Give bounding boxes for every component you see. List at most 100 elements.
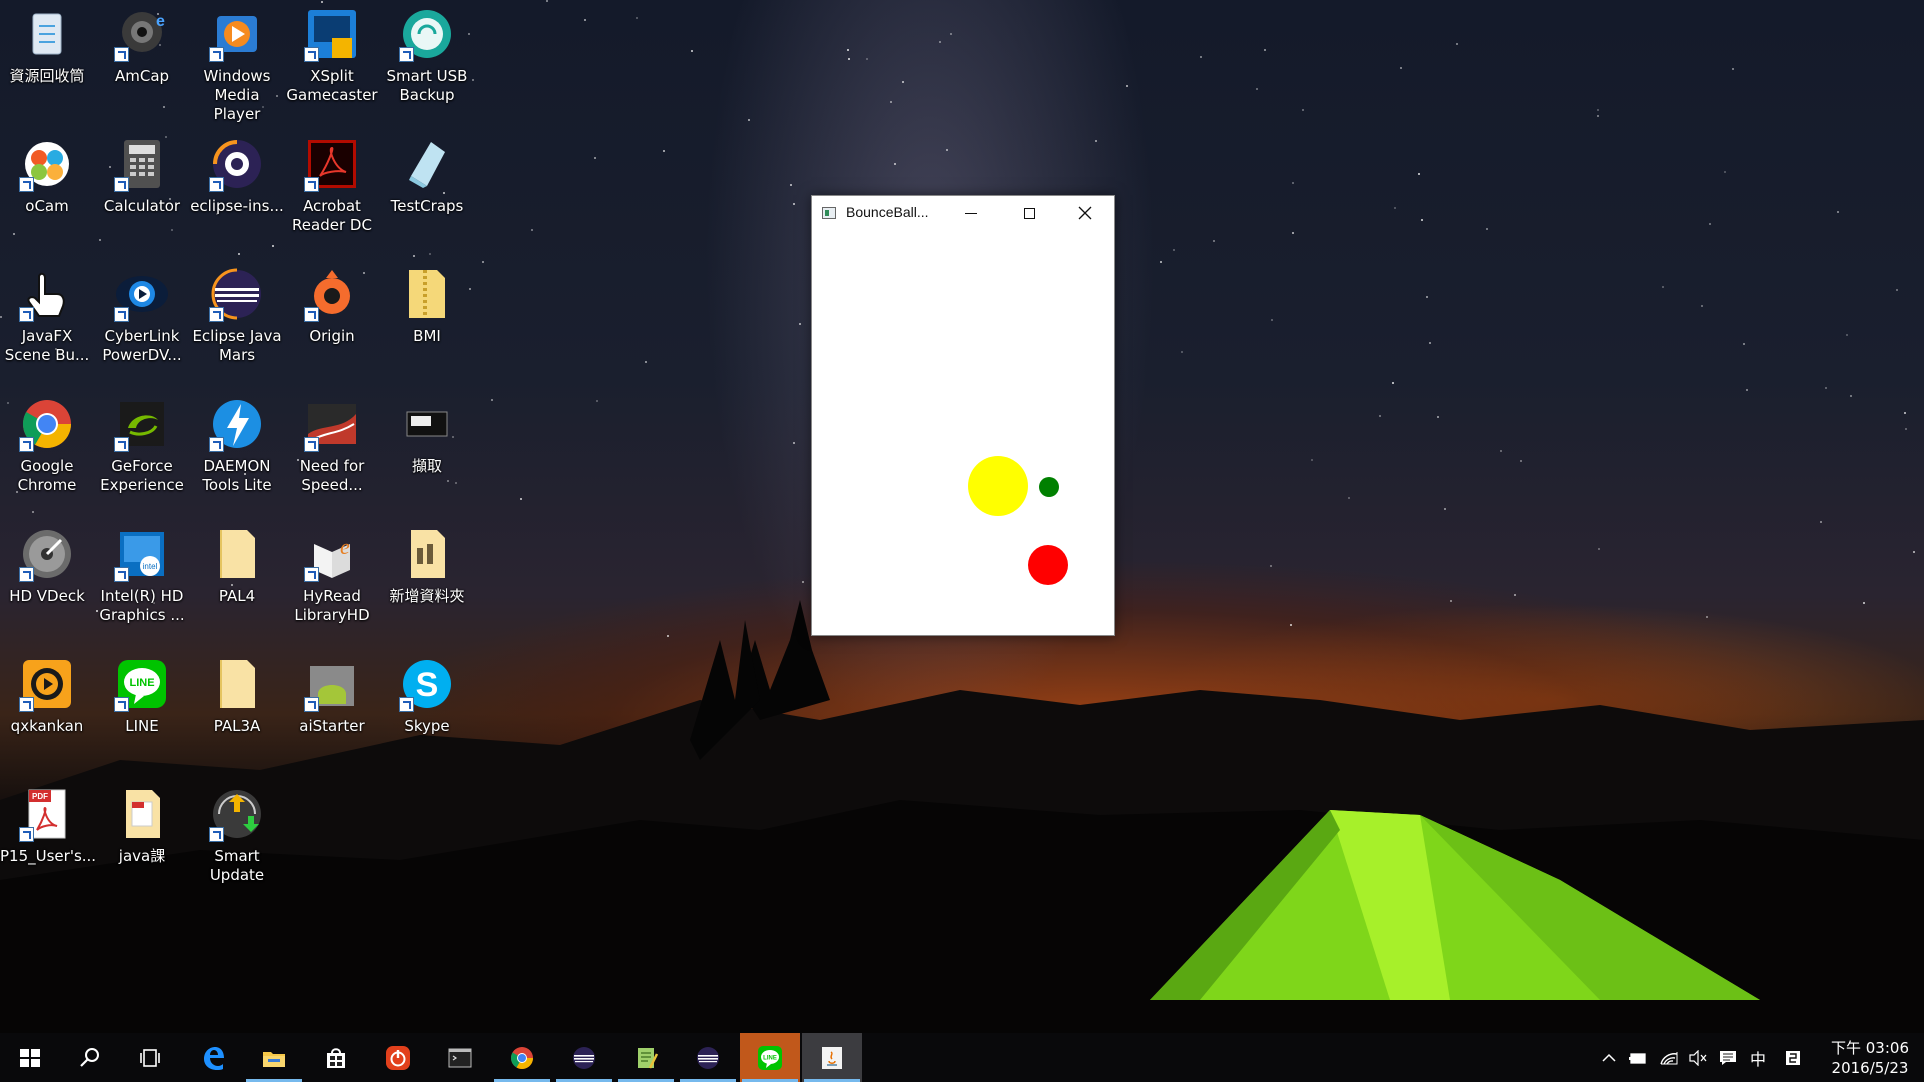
pdf-file-icon: PDF [17, 784, 77, 844]
maximize-button[interactable] [1000, 196, 1058, 230]
desktop-icon-eclipse[interactable]: Eclipse Java Mars [190, 264, 284, 365]
desktop-icon-label: HD VDeck [9, 587, 85, 605]
desktop-icon-hd-vdeck[interactable]: HD VDeck [0, 524, 94, 606]
desktop-icon-need-for-speed[interactable]: Need for Speed... [285, 394, 379, 495]
file-explorer-button[interactable] [244, 1033, 304, 1082]
desktop-icon-hyread[interactable]: e HyRead LibraryHD [285, 524, 379, 625]
search-button[interactable] [60, 1033, 120, 1082]
window-titlebar[interactable]: BounceBall... [812, 196, 1114, 230]
clock-date: 2016/5/23 [1831, 1059, 1909, 1077]
desktop-icon-label: java課 [118, 847, 166, 865]
line-icon: LINE [758, 1045, 782, 1070]
close-icon [1078, 206, 1092, 220]
desktop-icon-chrome[interactable]: Google Chrome [0, 394, 94, 495]
desktop-icon-javafx[interactable]: JavaFX Scene Bu... [0, 264, 94, 365]
desktop-icon-folder[interactable]: PAL3A [190, 654, 284, 736]
close-button[interactable] [1056, 196, 1114, 230]
desktop-icon-smart-update[interactable]: Smart Update [190, 784, 284, 885]
svg-text:e: e [156, 13, 165, 30]
desktop-icon-powerdvd[interactable]: CyberLink PowerDV... [95, 264, 189, 365]
desktop-icon-eclipse-installer[interactable]: eclipse-ins... [190, 134, 284, 216]
store-button[interactable] [306, 1033, 366, 1082]
desktop-icon-qxkankan[interactable]: qxkankan [0, 654, 94, 736]
desktop-icon-geforce[interactable]: GeForce Experience [95, 394, 189, 495]
desktop-icon-xsplit[interactable]: XSplit Gamecaster [285, 4, 379, 105]
desktop-icon-label: BMI [413, 327, 441, 345]
java-button[interactable] [802, 1033, 862, 1082]
desktop-icon-media-player[interactable]: Windows Media Player [190, 4, 284, 124]
desktop-icon-label: DAEMON Tools Lite [202, 457, 272, 494]
desktop-icon-acrobat[interactable]: Acrobat Reader DC [285, 134, 379, 235]
power-app-button[interactable] [368, 1033, 428, 1082]
notepad-button[interactable] [616, 1033, 676, 1082]
desktop-icon-label: 資源回收筒 [9, 67, 85, 85]
folder-icon [207, 524, 267, 584]
desktop-icon-origin[interactable]: Origin [285, 264, 379, 346]
eclipse-2-button[interactable] [678, 1033, 738, 1082]
start-button[interactable] [0, 1033, 60, 1082]
battery-button[interactable] [1624, 1033, 1652, 1082]
ime-indicator[interactable]: 中 [1744, 1033, 1772, 1082]
ime-mode-button[interactable] [1780, 1033, 1806, 1082]
desktop-icon-label: 擷取 [411, 457, 442, 475]
desktop-icon-label: Intel(R) HD Graphics ... [99, 587, 185, 624]
eclipse-icon [573, 1046, 595, 1069]
terminal-button[interactable] [430, 1033, 490, 1082]
skype-icon: S [397, 654, 457, 714]
desktop-icon-snipping-tool[interactable]: 擷取 [380, 394, 474, 476]
task-view-button[interactable] [120, 1033, 180, 1082]
desktop-icon-aistarter[interactable]: aiStarter [285, 654, 379, 736]
chrome-icon [17, 394, 77, 454]
desktop-icon-pdf-file[interactable]: PDF P15_User's... [0, 784, 97, 866]
bounceball-window[interactable]: BounceBall... [811, 195, 1115, 636]
action-center-button[interactable] [1714, 1033, 1742, 1082]
taskbar: LINE 中 下午 03:06 2016/5/23 [0, 1033, 1924, 1082]
wifi-icon [1660, 1051, 1678, 1064]
shortcut-arrow-icon [19, 827, 34, 842]
desktop-icon-skype[interactable]: S Skype [380, 654, 474, 736]
desktop-icon-label: qxkankan [10, 717, 84, 735]
desktop-icon-pdf-folder[interactable]: java課 [95, 784, 189, 866]
aistarter-icon [302, 654, 362, 714]
windows-logo-icon [20, 1048, 40, 1067]
shortcut-arrow-icon [114, 567, 129, 582]
shortcut-arrow-icon [19, 307, 34, 322]
desktop-icon-folder[interactable]: PAL4 [190, 524, 284, 606]
edge-button[interactable] [183, 1033, 243, 1082]
ball-canvas[interactable] [812, 230, 1114, 635]
eclipse-button[interactable] [554, 1033, 614, 1082]
desktop-icon-new-folder[interactable]: 新增資料夾 [380, 524, 474, 606]
ocam-icon [17, 134, 77, 194]
minimize-button[interactable] [942, 196, 1000, 230]
terminal-icon [448, 1048, 472, 1067]
desktop-icon-label: HyRead LibraryHD [294, 587, 370, 624]
line-button[interactable]: LINE [740, 1033, 800, 1082]
shortcut-arrow-icon [114, 177, 129, 192]
svg-text:intel: intel [143, 562, 158, 571]
desktop-icon-webcam[interactable]: e AmCap [95, 4, 189, 86]
desktop-icon-usb-backup[interactable]: Smart USB Backup [380, 4, 474, 105]
network-button[interactable] [1654, 1033, 1684, 1082]
shortcut-arrow-icon [209, 827, 224, 842]
desktop-icon-testcraps[interactable]: TestCraps [380, 134, 474, 216]
window-title: BounceBall... [846, 204, 929, 220]
desktop-icon-label: Windows Media Player [203, 67, 271, 123]
desktop-icon-recycle-bin[interactable]: 資源回收筒 [0, 4, 94, 86]
desktop-icon-label: P15_User's... [0, 847, 97, 865]
xsplit-icon [302, 4, 362, 64]
shortcut-arrow-icon [304, 567, 319, 582]
notification-icon [1720, 1050, 1736, 1065]
desktop-icon-daemon-tools[interactable]: DAEMON Tools Lite [190, 394, 284, 495]
shortcut-arrow-icon [209, 47, 224, 62]
chrome-button[interactable] [492, 1033, 552, 1082]
desktop-icon-zip-folder[interactable]: BMI [380, 264, 474, 346]
clock[interactable]: 下午 03:06 2016/5/23 [1820, 1038, 1920, 1078]
desktop-icon-ocam[interactable]: oCam [0, 134, 94, 216]
desktop-icon-calculator[interactable]: Calculator [95, 134, 189, 216]
desktop-icon-line-app[interactable]: LINE LINE [95, 654, 189, 736]
desktop-icon-intel-graphics[interactable]: intel Intel(R) HD Graphics ... [95, 524, 189, 625]
origin-icon [302, 264, 362, 324]
desktop-icon-label: aiStarter [299, 717, 365, 735]
volume-button[interactable] [1684, 1033, 1712, 1082]
show-hidden-icons-button[interactable] [1596, 1033, 1622, 1082]
